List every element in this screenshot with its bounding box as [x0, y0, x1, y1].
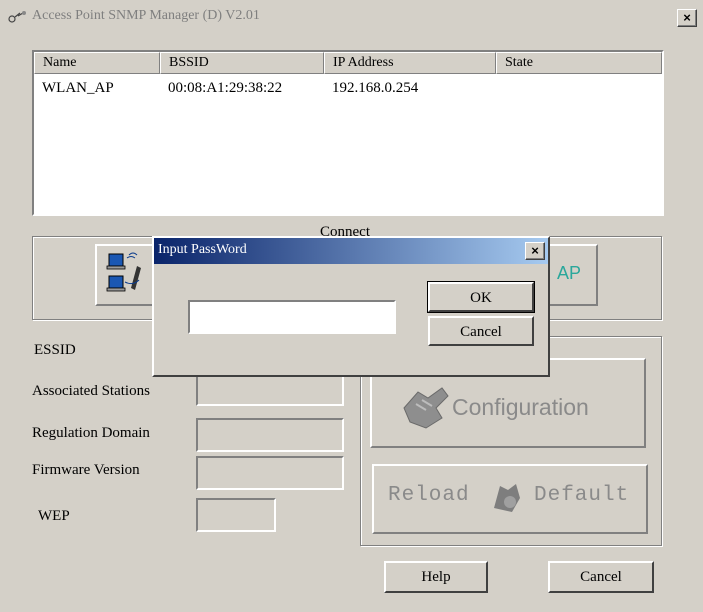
- main-window: Access Point SNMP Manager (D) V2.01 × Na…: [0, 0, 703, 612]
- column-header-state[interactable]: State: [496, 52, 662, 74]
- window-title: Access Point SNMP Manager (D) V2.01: [32, 8, 260, 23]
- close-icon[interactable]: ×: [677, 9, 697, 27]
- configuration-hand-icon: [403, 387, 449, 429]
- column-header-ip[interactable]: IP Address: [324, 52, 496, 74]
- dialog-close-icon[interactable]: ×: [525, 242, 545, 260]
- column-header-bssid[interactable]: BSSID: [160, 52, 324, 74]
- essid-label: ESSID: [34, 342, 76, 358]
- reload-default-button[interactable]: Reload Default: [372, 464, 648, 534]
- firmware-version-field: [196, 456, 344, 490]
- ap-button-label: AP: [556, 263, 581, 283]
- regulation-domain-field: [196, 418, 344, 452]
- cancel-button[interactable]: Cancel: [548, 561, 654, 593]
- row-name: WLAN_AP: [42, 80, 114, 96]
- ok-button[interactable]: OK: [427, 281, 535, 313]
- configuration-label: Configuration: [452, 394, 589, 420]
- ap-list[interactable]: Name BSSID IP Address State WLAN_AP 00:0…: [32, 50, 664, 216]
- row-bssid: 00:08:A1:29:38:22: [168, 80, 283, 96]
- dialog-title: Input PassWord: [158, 242, 247, 257]
- list-header: Name BSSID IP Address State: [34, 52, 662, 74]
- reload-default-icon: [494, 484, 520, 512]
- wep-field: [196, 498, 276, 532]
- network-computers-icon: [106, 252, 141, 292]
- column-header-name[interactable]: Name: [34, 52, 160, 74]
- default-label: Default: [534, 484, 630, 507]
- help-button[interactable]: Help: [384, 561, 488, 593]
- row-ip: 192.168.0.254: [332, 80, 419, 96]
- connect-button[interactable]: [95, 244, 157, 306]
- app-icon: [8, 11, 26, 23]
- associated-stations-field: [196, 372, 344, 406]
- wep-label: WEP: [38, 508, 70, 524]
- dialog-cancel-button[interactable]: Cancel: [428, 316, 534, 346]
- title-bar: Access Point SNMP Manager (D) V2.01 ×: [0, 0, 703, 34]
- associated-stations-label: Associated Stations: [32, 383, 150, 399]
- firmware-version-label: Firmware Version: [32, 462, 140, 478]
- dialog-title-bar: Input PassWord ×: [154, 238, 548, 264]
- regulation-domain-label: Regulation Domain: [32, 425, 150, 441]
- password-input[interactable]: [188, 300, 396, 334]
- reload-label: Reload: [388, 484, 470, 507]
- password-dialog: Input PassWord × OK Cancel: [152, 236, 550, 377]
